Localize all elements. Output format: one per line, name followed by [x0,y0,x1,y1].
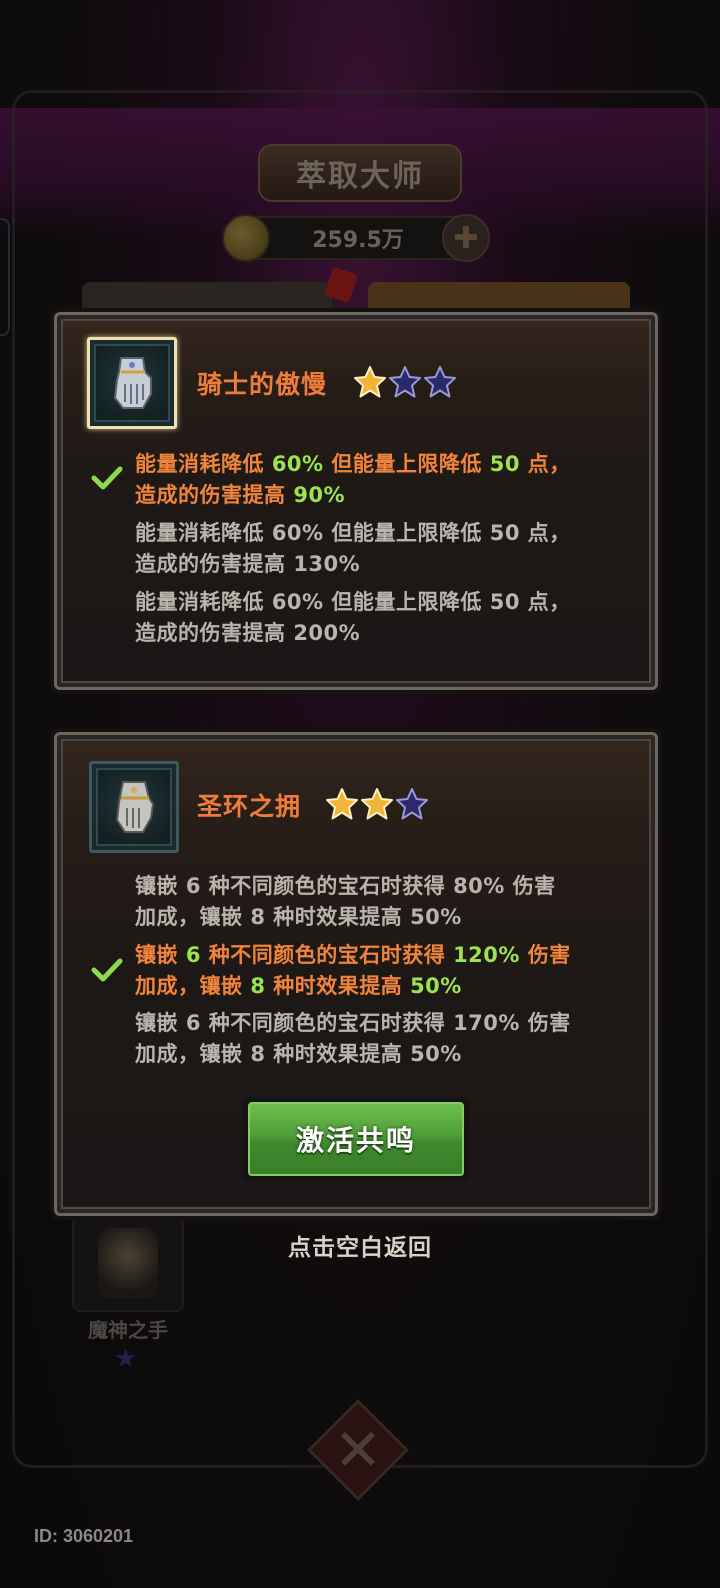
star-filled-icon [354,366,386,398]
effect-value: 50% [410,905,462,929]
add-currency-icon: ✚ [442,214,490,262]
effect-value: 6 [185,874,201,898]
effect-value: 8 [250,974,266,998]
effect-value: 80% [453,874,505,898]
effect-text: 能量消耗降低 [135,590,272,614]
effect-option-1[interactable]: 镶嵌 6 种不同颜色的宝石时获得 80% 伤害 加成，镶嵌 8 种时效果提高 50… [135,871,635,933]
effect-text: 造成的伤害提高 [135,621,294,645]
effect-value: 60% [271,590,324,614]
effect-text: 能量消耗降低 [135,452,272,476]
effect-text: 点， [519,452,571,476]
effect-text: 种不同颜色的宝石时获得 [200,1011,454,1035]
item-slot-2[interactable] [89,761,179,853]
star-empty-icon [424,366,456,398]
effect-value: 50 [489,521,520,545]
resonance-panel-2: 圣环之拥 镶嵌 6 种不同颜色的宝石时获得 80% 伤害 加成，镶嵌 8 种时效果… [54,732,658,1216]
star-rating-1 [353,365,457,399]
star-rating-2 [325,787,429,821]
effect-line: 加成，镶嵌 8 种时效果提高 50% [135,902,635,933]
background-title: 萃取大师 [258,144,462,202]
effect-line: 能量消耗降低 60% 但能量上限降低 50 点， [135,587,635,618]
effect-text: 伤害 [504,874,556,898]
effect-text: 种时效果提高 [265,974,411,998]
effect-text: 但能量上限降低 [323,521,490,545]
effect-text: 伤害 [519,943,571,967]
item-name-1: 骑士的傲慢 [197,370,328,399]
effect-text: 造成的伤害提高 [135,552,294,576]
effect-value: 60% [271,521,324,545]
effect-text: 造成的伤害提高 [135,483,294,507]
tap-blank-to-return-hint[interactable]: 点击空白返回 [0,1228,720,1262]
effect-text: 加成，镶嵌 [135,905,251,929]
effect-value: 200% [293,621,361,645]
effect-value: 6 [185,1011,201,1035]
item-name-2: 圣环之拥 [197,792,302,821]
effect-text: 能量消耗降低 [135,521,272,545]
effect-line: 镶嵌 6 种不同颜色的宝石时获得 120% 伤害 [135,940,635,971]
checkmark-icon [91,466,123,490]
effect-option-3[interactable]: 能量消耗降低 60% 但能量上限降低 50 点， 造成的伤害提高 200% [135,587,635,649]
player-id-label: ID: 3060201 [34,1526,134,1546]
effect-text: 点， [519,590,571,614]
effect-line: 造成的伤害提高 130% [135,549,635,580]
effect-line: 能量消耗降低 60% 但能量上限降低 50 点， [135,449,635,480]
effect-text: 但能量上限降低 [323,590,490,614]
activate-resonance-label: 激活共鸣 [248,1102,464,1176]
effect-value: 50 [489,452,520,476]
effect-text: 种不同颜色的宝石时获得 [200,874,454,898]
star-icon: ★ [114,1344,138,1374]
effect-line: 镶嵌 6 种不同颜色的宝石时获得 80% 伤害 [135,871,635,902]
effect-value: 6 [185,943,201,967]
effect-option-2[interactable]: 能量消耗降低 60% 但能量上限降低 50 点， 造成的伤害提高 130% [135,518,635,580]
effect-value: 60% [271,452,324,476]
effect-text: 伤害 [519,1011,571,1035]
effect-line: 加成，镶嵌 8 种时效果提高 50% [135,971,635,1002]
star-filled-icon [326,788,358,820]
effect-line: 加成，镶嵌 8 种时效果提高 50% [135,1039,635,1070]
star-empty-icon [389,366,421,398]
checkmark-icon [91,958,123,982]
effect-text: 种时效果提高 [265,1042,411,1066]
star-empty-icon [396,788,428,820]
effect-line: 造成的伤害提高 200% [135,618,635,649]
gauntlet-icon [113,357,152,409]
activate-resonance-button[interactable]: 激活共鸣 [243,1097,469,1181]
coin-icon [222,214,270,262]
gauntlet-icon [115,781,155,833]
effect-value: 8 [250,1042,266,1066]
effect-text: 镶嵌 [135,874,186,898]
effect-option-2[interactable]: 镶嵌 6 种不同颜色的宝石时获得 120% 伤害 加成，镶嵌 8 种时效果提高 5… [135,940,635,1002]
effect-value: 130% [293,552,361,576]
effect-option-1[interactable]: 能量消耗降低 60% 但能量上限降低 50 点， 造成的伤害提高 90% [135,449,635,511]
effect-text: 镶嵌 [135,1011,186,1035]
effect-line: 镶嵌 6 种不同颜色的宝石时获得 170% 伤害 [135,1008,635,1039]
effect-text: 镶嵌 [135,943,186,967]
effect-value: 90% [293,483,346,507]
background-slot-label: 魔神之手 [88,1318,168,1342]
effect-text: 种时效果提高 [265,905,411,929]
effect-value: 50% [410,1042,462,1066]
effect-text: 加成，镶嵌 [135,974,251,998]
item-slot-frame [96,768,172,846]
effect-line: 能量消耗降低 60% 但能量上限降低 50 点， [135,518,635,549]
effect-value: 50% [410,974,462,998]
item-slot-frame [94,344,170,422]
effect-value: 120% [453,943,520,967]
effect-value: 50 [489,590,520,614]
side-drawer-handle [0,218,10,336]
effect-value: 170% [453,1011,520,1035]
effect-option-3[interactable]: 镶嵌 6 种不同颜色的宝石时获得 170% 伤害 加成，镶嵌 8 种时效果提高 5… [135,1008,635,1070]
crossed-swords-icon: ✕ [333,1416,383,1484]
item-slot-1[interactable] [87,337,177,429]
effect-text: 但能量上限降低 [323,452,490,476]
effect-line: 造成的伤害提高 90% [135,480,635,511]
effect-text: 种不同颜色的宝石时获得 [200,943,454,967]
effect-text: 点， [519,521,571,545]
resonance-panel-1: 骑士的傲慢 能量消耗降低 60% 但能量上限降低 50 点， 造成的伤害提高 90… [54,312,658,690]
effect-value: 8 [250,905,266,929]
effect-text: 加成，镶嵌 [135,1042,251,1066]
star-filled-icon [361,788,393,820]
